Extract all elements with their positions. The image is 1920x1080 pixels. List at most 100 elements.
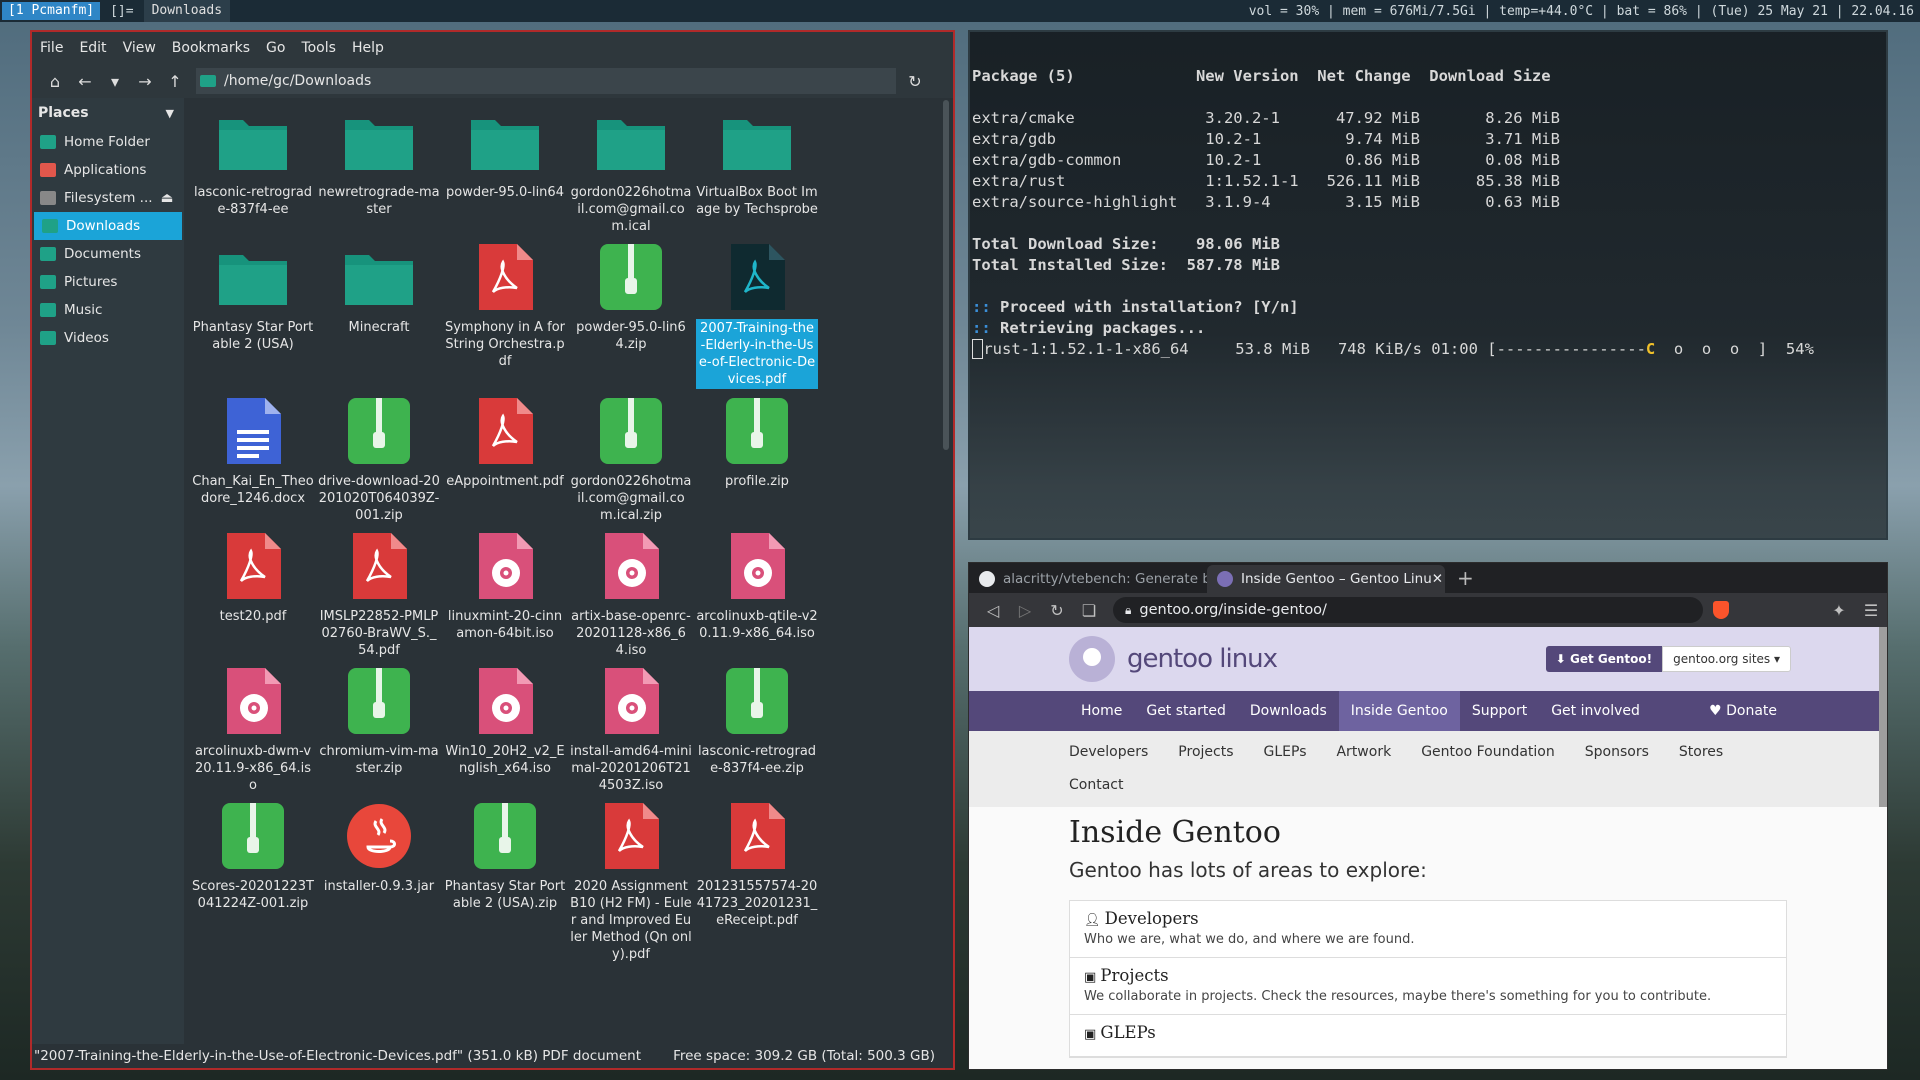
file-item[interactable]: Minecraft — [316, 235, 442, 389]
file-item[interactable]: IMSLP22852-PMLP02760-BraWV_S._54.pdf — [316, 524, 442, 659]
file-item[interactable]: arcolinuxb-dwm-v20.11.9-x86_64.iso — [190, 659, 316, 794]
nav-home[interactable]: Home — [1069, 691, 1134, 731]
file-item[interactable]: artix-base-openrc-20201128-x86_64.iso — [568, 524, 694, 659]
reload-icon[interactable]: ↻ — [1041, 601, 1073, 620]
file-item[interactable]: chromium-vim-master.zip — [316, 659, 442, 794]
donate-link[interactable]: ♥ Donate — [1697, 691, 1789, 731]
subnav-contact[interactable]: Contact — [1069, 777, 1123, 793]
sidebar-item-applications[interactable]: Applications — [32, 156, 184, 184]
layout-indicator[interactable]: []= — [100, 4, 143, 19]
tab-gentoo[interactable]: Inside Gentoo – Gentoo Linu ✕ — [1207, 565, 1445, 593]
extensions-icon[interactable]: ✦ — [1823, 601, 1855, 620]
menu-icon[interactable]: ☰ — [1855, 601, 1887, 620]
back-icon[interactable]: ◁ — [977, 601, 1009, 620]
scrollbar-thumb[interactable] — [943, 100, 949, 450]
file-item[interactable]: linuxmint-20-cinnamon-64bit.iso — [442, 524, 568, 659]
file-item[interactable]: VirtualBox Boot Image by Techsprobe — [694, 100, 820, 235]
subnav-gentoo-foundation[interactable]: Gentoo Foundation — [1421, 744, 1555, 760]
sites-dropdown[interactable]: gentoo.org sites ▾ — [1662, 646, 1791, 672]
dropdown-icon[interactable]: ▼ — [166, 107, 174, 120]
area-title[interactable]: ▣ GLEPs — [1084, 1023, 1772, 1042]
scrollbar[interactable] — [942, 100, 950, 1028]
workspace-indicator[interactable]: [1 Pcmanfm] — [2, 2, 101, 20]
file-item[interactable]: Chan_Kai_En_Theodore_1246.docx — [190, 389, 316, 524]
gentoo-logo[interactable]: gentoo linux — [1069, 636, 1278, 682]
subnav-developers[interactable]: Developers — [1069, 744, 1148, 760]
sidebar-item-downloads[interactable]: Downloads — [34, 212, 182, 240]
menu-edit[interactable]: Edit — [79, 40, 106, 56]
sidebar-item-filesystem[interactable]: Filesystem ... ⏏ — [32, 184, 184, 212]
get-gentoo-button[interactable]: ⬇ Get Gentoo! — [1545, 646, 1663, 672]
close-tab-icon[interactable]: ✕ — [1432, 571, 1443, 587]
reload-icon[interactable]: ↻ — [900, 68, 930, 94]
file-item[interactable]: installer-0.9.3.jar — [316, 794, 442, 963]
file-item[interactable]: drive-download-20201020T064039Z-001.zip — [316, 389, 442, 524]
file-item[interactable]: newretrograde-master — [316, 100, 442, 235]
file-item[interactable]: test20.pdf — [190, 524, 316, 659]
sidebar-item-home-folder[interactable]: Home Folder — [32, 128, 184, 156]
menu-file[interactable]: File — [40, 40, 63, 56]
area-title[interactable]: 👤︎ Developers — [1084, 909, 1772, 928]
sidebar-item-videos[interactable]: Videos — [32, 324, 184, 352]
file-item[interactable]: Symphony in A for String Orchestra.pdf — [442, 235, 568, 389]
file-grid-view[interactable]: lasconic-retrograde-837f4-ee newretrograd… — [190, 100, 975, 1028]
nav-downloads[interactable]: Downloads — [1238, 691, 1339, 731]
places-header[interactable]: Places ▼ — [32, 98, 184, 128]
file-item[interactable]: Scores-20201223T041224Z-001.zip — [190, 794, 316, 963]
subnav-stores[interactable]: Stores — [1679, 744, 1723, 760]
subnav-projects[interactable]: Projects — [1178, 744, 1233, 760]
subnav-artwork[interactable]: Artwork — [1336, 744, 1391, 760]
file-item[interactable]: 2007-Training-the-Elderly-in-the-Use-of-… — [694, 235, 820, 389]
nav-get-involved[interactable]: Get involved — [1539, 691, 1652, 731]
forward-icon[interactable]: → — [130, 68, 160, 94]
history-dropdown-icon[interactable]: ▾ — [100, 68, 130, 94]
file-item[interactable]: profile.zip — [694, 389, 820, 524]
file-item[interactable]: gordon0226hotmail.com@gmail.com.ical — [568, 100, 694, 235]
page-scrollbar[interactable] — [1879, 627, 1887, 807]
file-item[interactable]: gordon0226hotmail.com@gmail.com.ical.zip — [568, 389, 694, 524]
menu-bookmarks[interactable]: Bookmarks — [172, 40, 250, 56]
new-tab-button[interactable]: + — [1445, 565, 1486, 593]
file-item[interactable]: 2020 Assignment B10 (H2 FM) - Euler and … — [568, 794, 694, 963]
path-bar[interactable]: /home/gc/Downloads — [196, 68, 896, 94]
file-item[interactable]: Win10_20H2_v2_English_x64.iso — [442, 659, 568, 794]
path-text[interactable]: /home/gc/Downloads — [224, 73, 371, 89]
subnav-sponsors[interactable]: Sponsors — [1585, 744, 1649, 760]
back-icon[interactable]: ← — [70, 68, 100, 94]
file-item[interactable]: Phantasy Star Portable 2 (USA).zip — [442, 794, 568, 963]
subnav-gleps[interactable]: GLEPs — [1264, 744, 1307, 760]
sidebar-item-documents[interactable]: Documents — [32, 240, 184, 268]
file-item[interactable]: 201231557574-2041723_20201231_eReceipt.p… — [694, 794, 820, 963]
area-item[interactable]: ▣ GLEPs — [1070, 1015, 1786, 1057]
menu-view[interactable]: View — [123, 40, 156, 56]
home-icon[interactable]: ⌂ — [40, 68, 70, 94]
terminal-window[interactable]: Package (5) New Version Net Change Downl… — [968, 30, 1888, 540]
nav-inside-gentoo[interactable]: Inside Gentoo — [1338, 691, 1460, 731]
menu-tools[interactable]: Tools — [301, 40, 336, 56]
file-item[interactable]: eAppointment.pdf — [442, 389, 568, 524]
url-bar[interactable]: 🔒︎ gentoo.org/inside-gentoo/ — [1113, 597, 1729, 623]
eject-icon[interactable]: ⏏ — [161, 190, 174, 206]
file-item[interactable]: install-amd64-minimal-20201206T214503Z.i… — [568, 659, 694, 794]
area-item[interactable]: ▣ Projects We collaborate in projects. Ch… — [1070, 958, 1786, 1015]
file-item[interactable]: arcolinuxb-qtile-v20.11.9-x86_64.iso — [694, 524, 820, 659]
file-item[interactable]: lasconic-retrograde-837f4-ee — [190, 100, 316, 235]
file-item[interactable]: lasconic-retrograde-837f4-ee.zip — [694, 659, 820, 794]
up-icon[interactable]: ↑ — [160, 68, 190, 94]
file-item[interactable]: Phantasy Star Portable 2 (USA) — [190, 235, 316, 389]
tab-github[interactable]: alacritty/vtebench: Generate b — [969, 565, 1207, 593]
file-item[interactable]: powder-95.0-lin64 — [442, 100, 568, 235]
sidebar-item-pictures[interactable]: Pictures — [32, 268, 184, 296]
menu-go[interactable]: Go — [266, 40, 285, 56]
menu-help[interactable]: Help — [352, 40, 384, 56]
url-text[interactable]: gentoo.org/inside-gentoo/ — [1139, 602, 1327, 618]
nav-support[interactable]: Support — [1460, 691, 1539, 731]
forward-icon[interactable]: ▷ — [1009, 601, 1041, 620]
area-title[interactable]: ▣ Projects — [1084, 966, 1772, 985]
bookmark-icon[interactable]: ❏ — [1073, 601, 1105, 620]
area-item[interactable]: 👤︎ Developers Who we are, what we do, and… — [1070, 901, 1786, 958]
file-item[interactable]: powder-95.0-lin64.zip — [568, 235, 694, 389]
sidebar-item-music[interactable]: Music — [32, 296, 184, 324]
nav-get-started[interactable]: Get started — [1134, 691, 1238, 731]
brave-shield-icon[interactable] — [1713, 601, 1729, 619]
